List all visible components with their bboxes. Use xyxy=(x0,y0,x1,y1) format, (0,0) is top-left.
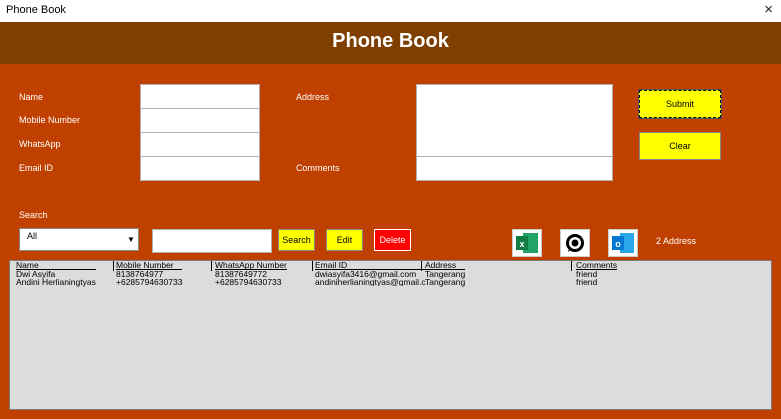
whatsapp-icon xyxy=(566,234,584,252)
edit-button[interactable]: Edit xyxy=(326,229,363,251)
column-divider xyxy=(312,261,313,271)
page-title: Phone Book xyxy=(332,30,449,52)
whatsapp-share-button[interactable] xyxy=(560,229,590,257)
search-filter-combo[interactable]: All ▼ xyxy=(19,228,139,251)
table-row[interactable]: +6285794630733 xyxy=(215,278,287,287)
column-whatsapp: WhatsApp Number 81387649772 +62857946307… xyxy=(215,261,287,286)
outlook-icon: o xyxy=(612,233,634,253)
table-row[interactable]: +6285794630733 xyxy=(116,278,182,287)
email-label: Email ID xyxy=(19,163,54,173)
search-button[interactable]: Search xyxy=(278,229,315,251)
close-icon[interactable]: × xyxy=(764,1,773,18)
column-divider xyxy=(113,261,114,271)
clear-button[interactable]: Clear xyxy=(639,132,721,160)
name-label: Name xyxy=(19,92,44,102)
excel-icon: x xyxy=(516,233,538,253)
table-row[interactable]: Tangerang xyxy=(425,278,465,287)
column-divider xyxy=(421,261,422,271)
delete-button[interactable]: Delete xyxy=(374,229,411,251)
table-row[interactable]: Andini Herlianingtyas xyxy=(16,278,96,287)
column-mobile: Mobile Number 8138764977 +6285794630733 xyxy=(116,261,183,287)
table-row[interactable]: andiniherlianingtyas@gmail.c xyxy=(315,278,427,286)
svg-text:o: o xyxy=(615,239,621,249)
column-email: Email ID dwiasyifa3416@gmail.com andinih… xyxy=(315,261,427,286)
comments-label: Comments xyxy=(296,163,340,173)
mobile-label: Mobile Number xyxy=(19,115,81,125)
outlook-email-button[interactable]: o xyxy=(608,229,638,257)
svg-text:x: x xyxy=(519,239,524,249)
title-bar: Phone Book × xyxy=(0,0,781,22)
search-input[interactable] xyxy=(152,229,272,253)
window-title: Phone Book xyxy=(6,4,66,16)
combo-value: All xyxy=(27,231,38,241)
column-address: Address Tangerang Tangerang xyxy=(425,261,466,287)
column-comments: Comments friend friend xyxy=(576,261,618,287)
mobile-field[interactable] xyxy=(140,108,260,133)
column-divider xyxy=(211,261,212,271)
table-row[interactable]: friend xyxy=(576,278,617,287)
contacts-list[interactable]: Name Dwi Asyifa Andini Herlianingtyas Mo… xyxy=(9,260,772,410)
header-bar: Phone Book xyxy=(0,22,781,64)
column-name: Name Dwi Asyifa Andini Herlianingtyas xyxy=(16,261,96,286)
search-label: Search xyxy=(19,210,48,220)
name-field[interactable] xyxy=(140,84,260,109)
chevron-down-icon[interactable]: ▼ xyxy=(124,229,138,250)
column-divider xyxy=(571,261,572,271)
whatsapp-label: WhatsApp xyxy=(19,139,61,149)
email-field[interactable] xyxy=(140,156,260,181)
excel-export-button[interactable]: x xyxy=(512,229,542,257)
whatsapp-field[interactable] xyxy=(140,132,260,157)
address-count: 2 Address xyxy=(656,236,697,246)
phone-book-form: Phone Book Name Mobile Number WhatsApp E… xyxy=(0,22,781,419)
address-field[interactable] xyxy=(416,84,613,157)
submit-button[interactable]: Submit xyxy=(638,89,722,119)
address-label: Address xyxy=(296,92,330,102)
comments-field[interactable] xyxy=(416,156,613,181)
